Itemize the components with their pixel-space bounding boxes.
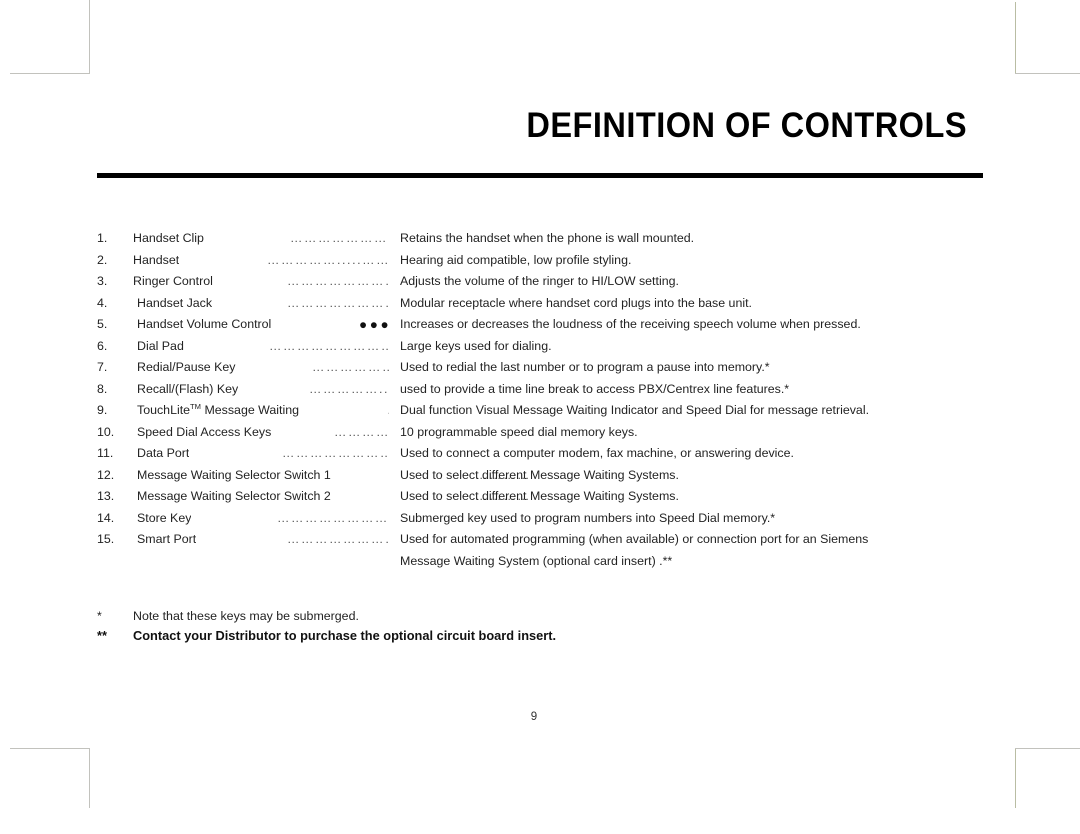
crop-mark-bottom-left [0,725,130,834]
dot-leader: …………………………………… [287,532,389,546]
control-description: Used to connect a computer modem, fax ma… [400,446,794,460]
control-row: 10. Speed Dial Access Keys …………………… 10 prog… [97,422,977,444]
page-title: DEFINITION OF CONTROLS [526,106,967,145]
control-description-continuation-row: Message Waiting System (optional card in… [97,551,977,573]
control-row: 12. Message Waiting Selector Switch 1…………… [97,465,977,487]
control-term: TouchLiteTM Message Waiting [137,401,300,417]
control-row: 15. Smart Port …………………………………… Used for auto… [97,529,977,551]
control-row: 2. Handset …………….....…………….....…….. Hearing… [97,250,977,272]
control-row: 9. TouchLiteTM Message Waiting ……………… Dual … [97,400,977,422]
control-term: Handset [133,252,180,267]
control-index: 2. [97,252,108,267]
dot-leader: ………………………………… [287,274,389,288]
control-row: 4. Handset Jack …………………………………. Modular rece… [97,293,977,315]
dot-leader: …………………………………… [290,231,389,245]
control-description: Large keys used for dialing. [400,338,552,353]
control-row: 6. Dial Pad ………………………………………. Large keys use… [97,336,977,358]
control-term: Ringer Control [133,274,213,288]
control-description: 10 programmable speed dial memory keys. [400,424,638,439]
footnote-marker: * [97,609,102,623]
control-row: 5. Handset Volume Control ●●●●●●●●●●●●●●●●… [97,314,977,336]
control-term: Store Key [137,510,192,525]
control-index: 12. [97,467,115,482]
control-row: 14. Store Key …………………………………… Submerged key … [97,508,977,530]
footnotes-block: * Note that these keys may be submerged. *… [97,606,857,646]
footnote: * Note that these keys may be submerged. [97,606,857,626]
control-index: 13. [97,489,115,503]
footnote-text: Note that these keys may be submerged. [133,609,359,623]
dot-leader: ●●●●●●●●●●●●●●●●●● [359,317,389,332]
control-term: Redial/Pause Key [137,360,236,374]
crop-mark-vertical-line [1015,2,1016,74]
control-row: 3. Ringer Control ………………………………… Adjusts the… [97,271,977,293]
control-description: Increases or decreases the loudness of t… [400,317,861,331]
control-row: 13. Message Waiting Selector Switch 2…………… [97,486,977,508]
control-term: Smart Port [137,532,197,546]
crop-mark-top-right [950,0,1080,110]
control-description: Used to redial the last number or to pro… [400,360,770,374]
control-term: Message Waiting Selector Switch 2 [137,489,331,503]
control-index: 6. [97,338,108,353]
control-description-continuation: Message Waiting System (optional card in… [400,553,673,568]
control-row: 11. Data Port ……………………………………. Used to conne… [97,443,977,465]
dot-leader: ……………… [387,400,389,422]
footnote: ** Contact your Distributor to purchase t… [97,626,857,646]
control-description: Submerged key used to program numbers in… [400,510,776,525]
footnote-text: Contact your Distributor to purchase the… [133,628,557,643]
footnote-marker: ** [97,628,107,643]
title-underline-rule [97,173,983,178]
crop-mark-top-left [0,0,130,110]
control-row: 1. Handset Clip …………………………………… Retains the … [97,228,977,250]
control-index: 7. [97,360,108,374]
control-term: Dial Pad [137,338,184,353]
crop-mark-horizontal-line [10,748,90,749]
control-term: Data Port [137,446,190,460]
control-index: 8. [97,381,108,396]
crop-mark-horizontal-line [1015,748,1080,749]
control-term: Handset Jack [137,295,213,310]
crop-mark-vertical-line [89,748,90,808]
control-description: Used for automated programming (when ava… [400,532,869,546]
control-description: Modular receptacle where handset cord pl… [400,295,752,310]
crop-mark-vertical-line [89,0,90,74]
dot-leader: ……………...………….. [309,381,389,396]
crop-mark-vertical-line [1015,748,1016,808]
dot-leader: ………………………………………. [269,338,389,353]
control-index: 1. [97,231,108,245]
control-description: Hearing aid compatible, low profile styl… [400,252,632,267]
dot-leader: …………………………………… [277,510,389,525]
controls-definition-list: 1.Handset Clip……………………………………Retains the … [97,228,977,572]
control-term: Handset Clip [133,231,204,245]
control-description: Retains the handset when the phone is wa… [400,231,695,245]
control-index: 5. [97,317,108,331]
control-description: used to provide a time line break to acc… [400,381,790,396]
control-row: 7. Redial/Pause Key ……………………………. Used to re… [97,357,977,379]
control-term: Handset Volume Control [137,317,272,331]
page-number: 9 [530,711,538,723]
control-description: Dual function Visual Message Waiting Ind… [400,403,870,417]
control-description: Used to select different Message Waiting… [400,467,679,482]
crop-mark-horizontal-line [1015,73,1080,74]
crop-mark-bottom-right [950,725,1080,834]
dot-leader: …………………… [334,424,389,439]
trademark-symbol: TM [190,401,202,411]
control-row: 8. Recall/(Flash) Key ……………...………….. used … [97,379,977,401]
dot-leader: …………………………………. [287,295,389,310]
dot-leader: ……………………………………. [282,446,389,460]
control-index: 15. [97,532,115,546]
control-term: Recall/(Flash) Key [137,381,239,396]
control-index: 3. [97,274,108,288]
crop-mark-horizontal-line [10,73,90,74]
dot-leader: …………….....…………….....…….. [267,252,389,267]
control-term: Message Waiting Selector Switch 1 [137,467,331,482]
control-description: Adjusts the volume of the ringer to HI/L… [400,274,679,288]
control-index: 11. [97,446,114,460]
control-index: 9. [97,403,108,417]
control-index: 14. [97,510,115,525]
control-index: 10. [97,424,115,439]
dot-leader: ……………………………. [312,360,389,374]
control-index: 4. [97,295,108,310]
control-description: Used to select different Message Waiting… [400,489,679,503]
control-term: Speed Dial Access Keys [137,424,272,439]
